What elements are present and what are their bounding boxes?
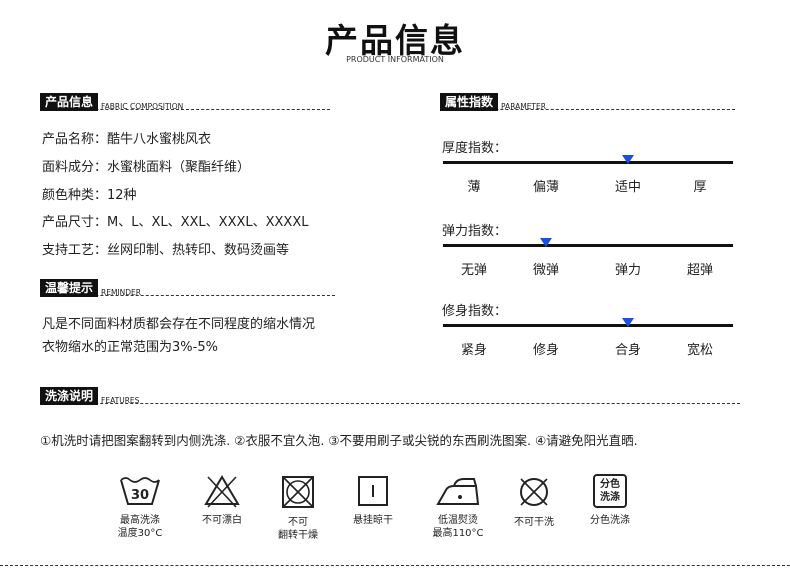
scale-option: 合身 [614, 343, 641, 358]
separate-wash-icon: 分色 洗涤 [575, 474, 645, 508]
parameter-tag: 属性指数 [440, 93, 499, 111]
fabric-line: 面料成分：水蜜桃面料（聚酯纤维） [42, 160, 251, 175]
reminder-line: 衣物缩水的正常范围为3%-5% [42, 340, 218, 355]
bottom-divider [0, 565, 790, 566]
features-tag: 洗涤说明 [40, 387, 99, 405]
scale-marker [622, 155, 634, 164]
fabric-en: FABRIC COMPOSITION [101, 102, 184, 111]
reminder-tag: 温馨提示 [40, 279, 99, 297]
features-en: FEATURES [101, 396, 140, 405]
scale-marker [540, 238, 552, 247]
care-item: 悬挂晾干 [338, 474, 408, 527]
scale-label: 弹力指数： [442, 224, 508, 239]
parameter-header: 属性指数 PARAMETER [440, 91, 735, 111]
care-item: 分色 洗涤 分色洗涤 [575, 474, 645, 527]
care-label: 最高洗涤 温度30°C [117, 515, 163, 539]
parameter-en: PARAMETER [501, 102, 546, 111]
reminder-header: 温馨提示 REMINDER [40, 277, 335, 297]
scale-option: 薄 [467, 180, 481, 195]
scale-option: 宽松 [686, 343, 713, 358]
no-dry-clean-icon [499, 474, 569, 510]
care-item: 不可干洗 [499, 474, 569, 529]
wash-30-icon: 30 [105, 474, 175, 508]
fabric-header: 产品信息 FABRIC COMPOSITION [40, 91, 330, 111]
scale-label: 厚度指数： [442, 141, 508, 156]
scale-option: 超弹 [686, 263, 713, 278]
care-item: 低温熨烫 最高110°C [423, 474, 493, 540]
reminder-line: 凡是不同面料材质都会存在不同程度的缩水情况 [42, 317, 316, 332]
care-label: 不可 翻转干燥 [278, 517, 318, 541]
fabric-line: 产品尺寸：M、L、XL、XXL、XXXL、XXXXL [42, 215, 309, 230]
care-item: 不可 翻转干燥 [263, 474, 333, 542]
scale-track [443, 244, 733, 247]
scale-option: 厚 [693, 180, 707, 195]
separate-wash-glyph: 分色 洗涤 [593, 474, 627, 508]
scale-marker [622, 318, 634, 327]
fabric-line: 颜色种类：12种 [42, 188, 137, 203]
care-item: 不可漂白 [187, 474, 257, 527]
washing-instructions: ①机洗时请把图案翻转到内侧洗涤. ②衣服不宜久泡. ③不要用刷子或尖锐的东西刷洗… [40, 433, 638, 448]
no-bleach-icon [187, 474, 257, 508]
care-item: 30 最高洗涤 温度30°C [105, 474, 175, 540]
care-label: 低温熨烫 最高110°C [432, 515, 484, 539]
fabric-tag: 产品信息 [40, 93, 99, 111]
reminder-en: REMINDER [101, 288, 141, 297]
scale-option: 弹力 [614, 263, 641, 278]
scale-track [443, 324, 733, 327]
fabric-line: 支持工艺：丝网印制、热转印、数码烫画等 [42, 243, 290, 258]
scale-option: 微弹 [532, 263, 559, 278]
care-label: 悬挂晾干 [353, 515, 393, 526]
wash-temp: 30 [131, 488, 149, 503]
low-iron-icon [423, 474, 493, 508]
features-header: 洗涤说明 FEATURES [40, 385, 740, 405]
fabric-line: 产品名称：酷牛八水蜜桃风衣 [42, 132, 212, 147]
care-label: 不可干洗 [514, 517, 554, 528]
care-label: 不可漂白 [202, 515, 242, 526]
no-tumble-dry-icon [263, 474, 333, 510]
page-subtitle: PRODUCT INFORMATION [346, 55, 444, 64]
scale-option: 无弹 [460, 263, 487, 278]
hang-dry-icon [338, 474, 408, 508]
scale-label: 修身指数： [442, 304, 508, 319]
scale-option: 适中 [614, 180, 641, 195]
scale-option: 偏薄 [532, 180, 559, 195]
scale-option: 紧身 [460, 343, 487, 358]
scale-option: 修身 [532, 343, 559, 358]
care-label: 分色洗涤 [590, 515, 630, 526]
scale-track [443, 161, 733, 164]
